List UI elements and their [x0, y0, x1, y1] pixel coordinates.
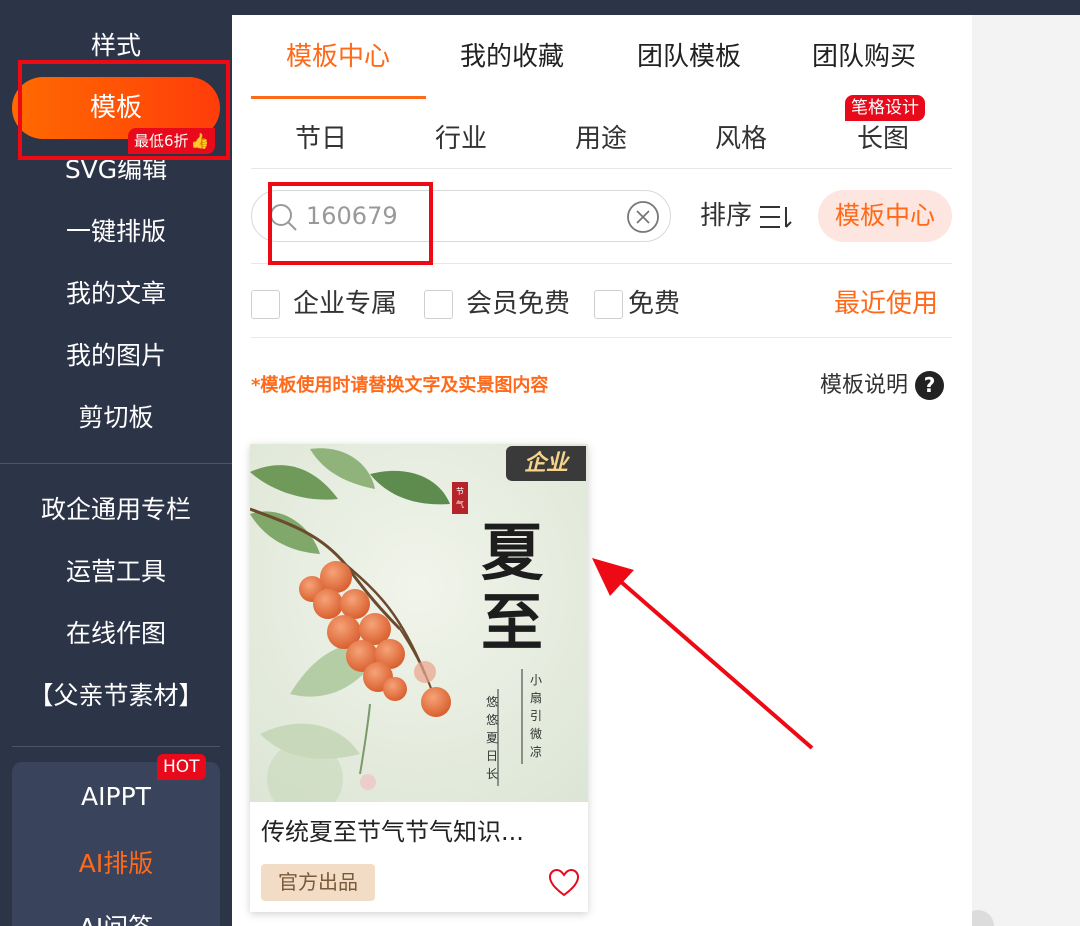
- poster-line2-char: 悠: [486, 694, 498, 709]
- lychee-poster-image: 节 气 夏 至 小 扇 引 微 凉 悠 悠 夏 日 长: [250, 444, 588, 802]
- enterprise-badge: 企业: [506, 446, 586, 481]
- poster-line1-char: 凉: [530, 744, 542, 759]
- sidebar-item-style[interactable]: 样式: [0, 28, 232, 64]
- poster-big-char-1: 夏: [481, 516, 544, 589]
- poster-line2-char: 悠: [486, 712, 498, 727]
- category-holiday[interactable]: 节日: [295, 120, 347, 158]
- category-long-image[interactable]: 长图: [857, 120, 909, 158]
- divider: [251, 337, 952, 338]
- filter-free-checkbox[interactable]: [594, 290, 623, 319]
- category-purpose[interactable]: 用途: [575, 120, 627, 158]
- template-thumbnail[interactable]: 节 气 夏 至 小 扇 引 微 凉 悠 悠 夏 日 长: [250, 444, 588, 802]
- sidebar-item-my-articles[interactable]: 我的文章: [0, 276, 232, 312]
- template-center-button[interactable]: 模板中心: [818, 190, 952, 242]
- poster-big-char-2: 至: [481, 586, 543, 659]
- annotation-box-search: [268, 182, 433, 265]
- poster-seal-text-1: 节: [456, 487, 464, 496]
- tab-template-center[interactable]: 模板中心: [286, 38, 390, 76]
- template-notice: *模板使用时请替换文字及实景图内容: [251, 375, 549, 396]
- tab-team-templates[interactable]: 团队模板: [637, 38, 741, 76]
- filter-free-label[interactable]: 免费: [628, 286, 680, 322]
- annotation-box-template: [18, 60, 230, 160]
- sidebar-item-gov-column[interactable]: 政企通用专栏: [0, 492, 232, 528]
- sort-icon[interactable]: [758, 203, 792, 231]
- hot-badge: HOT: [157, 754, 206, 780]
- tab-team-purchase[interactable]: 团队购买: [812, 38, 916, 76]
- sidebar-item-fathers-day[interactable]: 【父亲节素材】: [0, 678, 232, 714]
- poster-line2-char: 日: [486, 749, 498, 763]
- poster-line1-char: 引: [530, 709, 542, 723]
- filter-enterprise-label[interactable]: 企业专属: [293, 286, 397, 322]
- template-explain-link[interactable]: 模板说明: [820, 371, 908, 401]
- poster-line1-char: 小: [530, 673, 542, 687]
- help-icon[interactable]: ?: [915, 371, 944, 400]
- sidebar-item-aippt[interactable]: AIPPT: [12, 779, 220, 815]
- divider: [251, 168, 952, 169]
- category-style[interactable]: 风格: [715, 120, 767, 158]
- category-industry[interactable]: 行业: [435, 120, 487, 158]
- sidebar-item-clipboard[interactable]: 剪切板: [0, 400, 232, 436]
- poster-line2-char: 长: [486, 767, 498, 781]
- category-badge: 笔格设计: [845, 95, 925, 121]
- filter-enterprise-checkbox[interactable]: [251, 290, 280, 319]
- sidebar-item-ai-qa[interactable]: AI问答: [12, 910, 220, 926]
- tab-my-favorites[interactable]: 我的收藏: [460, 38, 564, 76]
- filter-member-free-label[interactable]: 会员免费: [466, 286, 570, 322]
- sidebar-divider: [12, 746, 220, 747]
- sidebar-item-ai-layout[interactable]: AI排版: [12, 846, 220, 882]
- sidebar-item-online-design[interactable]: 在线作图: [0, 616, 232, 652]
- sidebar-item-ops-tools[interactable]: 运营工具: [0, 554, 232, 590]
- heart-icon[interactable]: [549, 869, 579, 897]
- sidebar-divider: [0, 463, 232, 464]
- filter-member-free-checkbox[interactable]: [424, 290, 453, 319]
- sidebar-item-my-images[interactable]: 我的图片: [0, 338, 232, 374]
- clear-icon[interactable]: [626, 200, 660, 234]
- poster-seal-text-2: 气: [456, 499, 464, 509]
- sidebar-item-one-click-layout[interactable]: 一键排版: [0, 214, 232, 250]
- poster-line1-char: 微: [530, 727, 542, 741]
- poster-line1-char: 扇: [530, 690, 542, 705]
- ai-panel: AIPPT AI排版 AI问答: [12, 762, 220, 926]
- tab-active-underline: [251, 96, 426, 99]
- poster-line2-char: 夏: [486, 731, 498, 745]
- template-card-title[interactable]: 传统夏至节气节气知识...: [261, 815, 524, 849]
- annotation-arrow: [592, 558, 814, 750]
- right-gutter: [972, 15, 1080, 926]
- recent-used-link[interactable]: 最近使用: [834, 286, 938, 322]
- sort-button[interactable]: 排序: [700, 198, 752, 234]
- official-tag: 官方出品: [261, 864, 375, 901]
- top-strip: [232, 0, 1080, 15]
